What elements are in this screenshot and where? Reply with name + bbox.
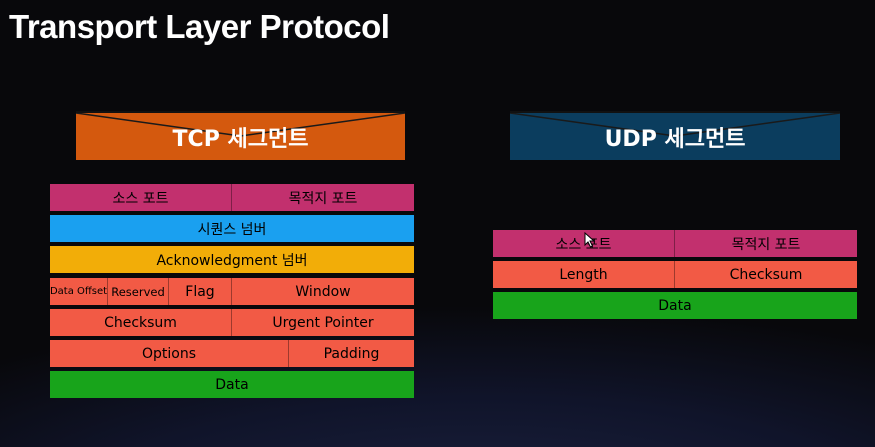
tcp-row-checksum: Checksum Urgent Pointer [50, 309, 414, 336]
slide-title: Transport Layer Protocol [9, 8, 390, 45]
tcp-padding: Padding [323, 345, 380, 362]
tcp-window: Window [295, 283, 351, 300]
tcp-header-label: TCP 세그먼트 [172, 126, 309, 152]
tcp-checksum: Checksum [50, 309, 232, 336]
tcp-data-offset: Data Offset [50, 278, 108, 305]
tcp-sequence-number: 시퀀스 넘버 [197, 221, 267, 238]
tcp-options: Options [50, 340, 289, 367]
udp-checksum: Checksum [729, 266, 803, 283]
udp-length: Length [493, 261, 675, 288]
tcp-flag: Flag [169, 278, 232, 305]
tcp-row-sequence: 시퀀스 넘버 [50, 215, 414, 242]
tcp-data: Data [215, 376, 249, 393]
tcp-segment-header: TCP 세그먼트 [76, 111, 405, 160]
tcp-destination-port: 목적지 포트 [288, 190, 358, 207]
udp-destination-port: 목적지 포트 [731, 236, 801, 253]
tcp-row-control: Data Offset Reserved Flag Window [50, 278, 414, 305]
tcp-reserved: Reserved [108, 278, 169, 305]
udp-row-ports: 소스 포트 목적지 포트 [493, 230, 857, 257]
mouse-cursor-icon [584, 232, 596, 248]
tcp-urgent-pointer: Urgent Pointer [272, 314, 374, 331]
tcp-row-options: Options Padding [50, 340, 414, 367]
tcp-row-ports: 소스 포트 목적지 포트 [50, 184, 414, 211]
tcp-row-data: Data [50, 371, 414, 398]
tcp-acknowledgment-number: Acknowledgment 넘버 [156, 252, 308, 269]
udp-data: Data [658, 297, 692, 314]
udp-header-label: UDP 세그먼트 [604, 126, 746, 152]
tcp-source-port: 소스 포트 [50, 184, 232, 211]
udp-row-length-checksum: Length Checksum [493, 261, 857, 288]
tcp-row-ack: Acknowledgment 넘버 [50, 246, 414, 273]
udp-segment-header: UDP 세그먼트 [510, 111, 840, 160]
udp-row-data: Data [493, 292, 857, 319]
